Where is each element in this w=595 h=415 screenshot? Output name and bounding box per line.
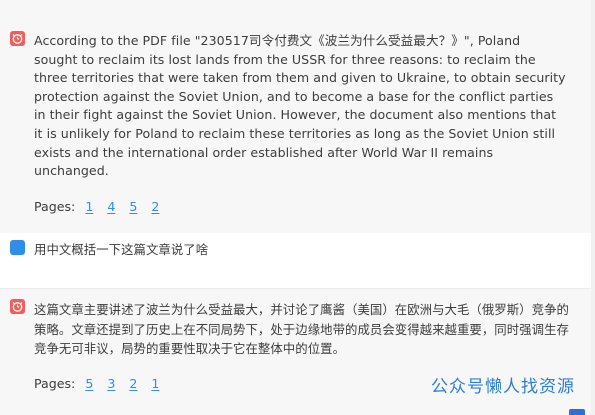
pages-label: Pages:	[34, 376, 76, 391]
page-link[interactable]: 1	[151, 376, 159, 391]
pages-label: Pages:	[34, 199, 76, 214]
assistant-message-text: 这篇文章主要讲述了波兰为什么受益最大，并讨论了鹰酱（美国）在欧洲与大毛（俄罗斯）…	[34, 302, 569, 356]
watermark: 公众号懒人找资源	[431, 377, 575, 397]
robot-alarm-icon	[10, 299, 25, 314]
assistant-message: According to the PDF file "230517司令付费文《波…	[0, 0, 595, 233]
page-link[interactable]: 1	[85, 199, 93, 214]
user-message-text: 用中文概括一下这篇文章说了啥	[34, 242, 209, 257]
scroll-to-bottom-button[interactable]	[569, 409, 585, 415]
page-link[interactable]: 5	[129, 199, 137, 214]
user-square-icon	[10, 240, 25, 255]
page-link[interactable]: 4	[107, 199, 115, 214]
page-link[interactable]: 2	[129, 376, 137, 391]
page-references: Pages: 5 3 2 1	[34, 376, 169, 391]
page-link[interactable]: 2	[151, 199, 159, 214]
chat-thread: According to the PDF file "230517司令付费文《波…	[0, 0, 595, 415]
robot-alarm-icon	[10, 31, 25, 46]
assistant-message-text: According to the PDF file "230517司令付费文《波…	[34, 33, 566, 179]
user-message: 用中文概括一下这篇文章说了啥	[0, 233, 595, 288]
page-link[interactable]: 3	[107, 376, 115, 391]
scrollbar[interactable]	[591, 0, 595, 415]
page-references: Pages: 1 4 5 2	[34, 199, 169, 214]
page-link[interactable]: 5	[85, 376, 93, 391]
